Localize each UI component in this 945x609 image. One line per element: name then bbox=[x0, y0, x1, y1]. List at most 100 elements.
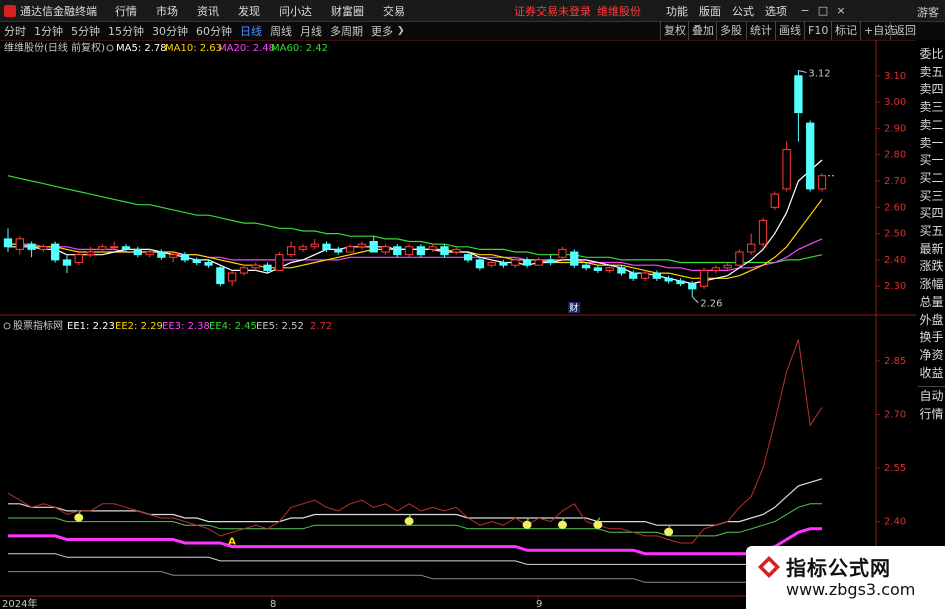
restore-rights-button[interactable]: 复权 bbox=[660, 22, 689, 40]
watermark-url: www.zbgs3.com bbox=[786, 580, 916, 599]
tab-ask4[interactable]: 卖四 bbox=[918, 81, 945, 99]
price-tick-label: 2.90 bbox=[884, 123, 906, 134]
mark-button[interactable]: 标记 bbox=[831, 22, 860, 40]
signal-dot bbox=[557, 520, 567, 529]
minimize-icon[interactable]: − bbox=[798, 4, 812, 18]
candle-up bbox=[381, 246, 390, 253]
price-tick-label: 2.30 bbox=[884, 281, 906, 292]
candle-down bbox=[581, 264, 591, 269]
tab-bid1[interactable]: 买一 bbox=[918, 152, 945, 170]
candle-down bbox=[499, 262, 508, 266]
price-tick-label: 2.70 bbox=[884, 176, 906, 187]
tab-quotes[interactable]: 行情 bbox=[918, 405, 945, 423]
candle-down bbox=[806, 122, 815, 190]
candle-down bbox=[369, 241, 378, 253]
menu-wealth-circle[interactable]: 财富圈 bbox=[331, 3, 364, 19]
menu-discover[interactable]: 发现 bbox=[238, 3, 260, 19]
candle-down bbox=[180, 254, 190, 261]
tab-bid-ratio[interactable]: 委比 bbox=[918, 46, 945, 64]
more-chevron-icon[interactable]: ❯ bbox=[397, 26, 405, 36]
guest-label[interactable]: 游客 bbox=[917, 4, 939, 20]
period-15min[interactable]: 15分钟 bbox=[104, 23, 148, 39]
tab-latest[interactable]: 最新 bbox=[918, 241, 945, 259]
tab-ask3[interactable]: 卖三 bbox=[918, 99, 945, 117]
tab-bid5[interactable]: 买五 bbox=[918, 223, 945, 241]
chart-area[interactable]: 3.10 3.00 2.90 2.80 2.70 2.60 2.50 2.40 2.30 2.8… bbox=[0, 39, 916, 609]
tab-ask1[interactable]: 卖一 bbox=[918, 135, 945, 153]
settings-dot-icon[interactable] bbox=[106, 44, 114, 52]
indicator-tick-label: 2.55 bbox=[884, 463, 906, 474]
period-60min[interactable]: 60分钟 bbox=[192, 23, 236, 39]
tab-change-pct[interactable]: 涨幅 bbox=[918, 276, 945, 294]
broker-login-status[interactable]: 证券交易未登录 bbox=[514, 3, 591, 19]
signal-dot bbox=[404, 517, 414, 526]
period-monthly[interactable]: 月线 bbox=[296, 23, 326, 39]
tab-bid3[interactable]: 买三 bbox=[918, 188, 945, 206]
close-icon[interactable]: × bbox=[834, 4, 848, 18]
menu-news[interactable]: 资讯 bbox=[197, 3, 219, 19]
candle-up bbox=[404, 246, 414, 256]
tab-earnings[interactable]: 收益 bbox=[918, 365, 945, 383]
tab-bid2[interactable]: 买二 bbox=[918, 170, 945, 188]
candle-up bbox=[511, 259, 520, 266]
candle-up bbox=[275, 254, 284, 271]
indicator-settings-icon[interactable] bbox=[3, 322, 11, 330]
signal-dot-stem bbox=[597, 517, 601, 522]
indicator-tick-label: 2.85 bbox=[884, 356, 906, 367]
tab-auto[interactable]: 自动 bbox=[918, 387, 945, 405]
high-pointer bbox=[798, 70, 807, 74]
menu-quotes[interactable]: 行情 bbox=[115, 3, 137, 19]
kline-chart[interactable]: 3.10 3.00 2.90 2.80 2.70 2.60 2.50 2.40 2.30 2.8… bbox=[0, 39, 916, 609]
auto-quote-tab[interactable]: 自动 行情 bbox=[918, 386, 945, 423]
period-30min[interactable]: 30分钟 bbox=[148, 23, 192, 39]
f10-button[interactable]: F10 bbox=[804, 22, 831, 40]
indicator-gray-line bbox=[8, 571, 822, 583]
period-weekly[interactable]: 周线 bbox=[266, 23, 296, 39]
tab-net-assets[interactable]: 净资 bbox=[918, 347, 945, 365]
ee1-label: EE1: 2.23 bbox=[67, 321, 115, 332]
back-button[interactable]: 返回 bbox=[890, 22, 919, 40]
menu-function[interactable]: 功能 bbox=[666, 3, 688, 19]
tab-volume[interactable]: 总量 bbox=[918, 294, 945, 312]
candle-up bbox=[534, 259, 544, 266]
period-intraday[interactable]: 分时 bbox=[0, 23, 30, 39]
current-stock-name: 维维股份 bbox=[597, 5, 641, 18]
menu-market[interactable]: 市场 bbox=[156, 3, 178, 19]
period-daily[interactable]: 日线 bbox=[236, 23, 266, 39]
candle-up bbox=[699, 269, 709, 287]
xaxis-label-2024: 2024年 bbox=[2, 597, 37, 609]
menu-trade[interactable]: 交易 bbox=[383, 3, 405, 19]
period-1min[interactable]: 1分钟 bbox=[30, 23, 67, 39]
period-more[interactable]: 更多 bbox=[367, 23, 397, 39]
indicator-legend: 股票指标网 EE1: 2.23 EE2: 2.29 EE3: 2.38 EE4:… bbox=[3, 319, 332, 332]
candle-up bbox=[817, 175, 827, 190]
tab-bid4[interactable]: 买四 bbox=[918, 205, 945, 223]
tab-change[interactable]: 涨跌 bbox=[918, 258, 945, 276]
menu-options[interactable]: 选项 bbox=[765, 3, 787, 19]
candle-up bbox=[74, 254, 83, 264]
draw-line-button[interactable]: 画线 bbox=[775, 22, 804, 40]
candle-up bbox=[15, 238, 24, 250]
maximize-icon[interactable]: □ bbox=[816, 4, 830, 18]
price-tick-label: 3.00 bbox=[884, 97, 906, 108]
ma10-label: MA10: 2.63 bbox=[165, 43, 222, 54]
period-5min[interactable]: 5分钟 bbox=[67, 23, 104, 39]
candle-down bbox=[629, 272, 638, 279]
tab-ask5[interactable]: 卖五 bbox=[918, 64, 945, 82]
overlay-button[interactable]: 叠加 bbox=[688, 22, 717, 40]
indicator-axis: 2.85 2.70 2.55 2.40 bbox=[876, 356, 906, 528]
menu-layout[interactable]: 版面 bbox=[699, 3, 721, 19]
candle-down bbox=[546, 259, 555, 264]
candle-up bbox=[251, 264, 260, 269]
tab-ask2[interactable]: 卖二 bbox=[918, 117, 945, 135]
period-multi[interactable]: 多周期 bbox=[326, 23, 367, 39]
menu-formula[interactable]: 公式 bbox=[732, 3, 754, 19]
low-price-label: 2.26 bbox=[700, 299, 722, 310]
tab-outer[interactable]: 外盘 bbox=[918, 312, 945, 330]
menu-ask-xiaoda[interactable]: 问小达 bbox=[279, 3, 312, 19]
signal-dot bbox=[593, 520, 603, 529]
tab-turnover[interactable]: 换手 bbox=[918, 329, 945, 347]
multi-stock-button[interactable]: 多股 bbox=[716, 22, 745, 40]
statistics-button[interactable]: 统计 bbox=[746, 22, 775, 40]
indicator-white-line bbox=[8, 478, 823, 526]
